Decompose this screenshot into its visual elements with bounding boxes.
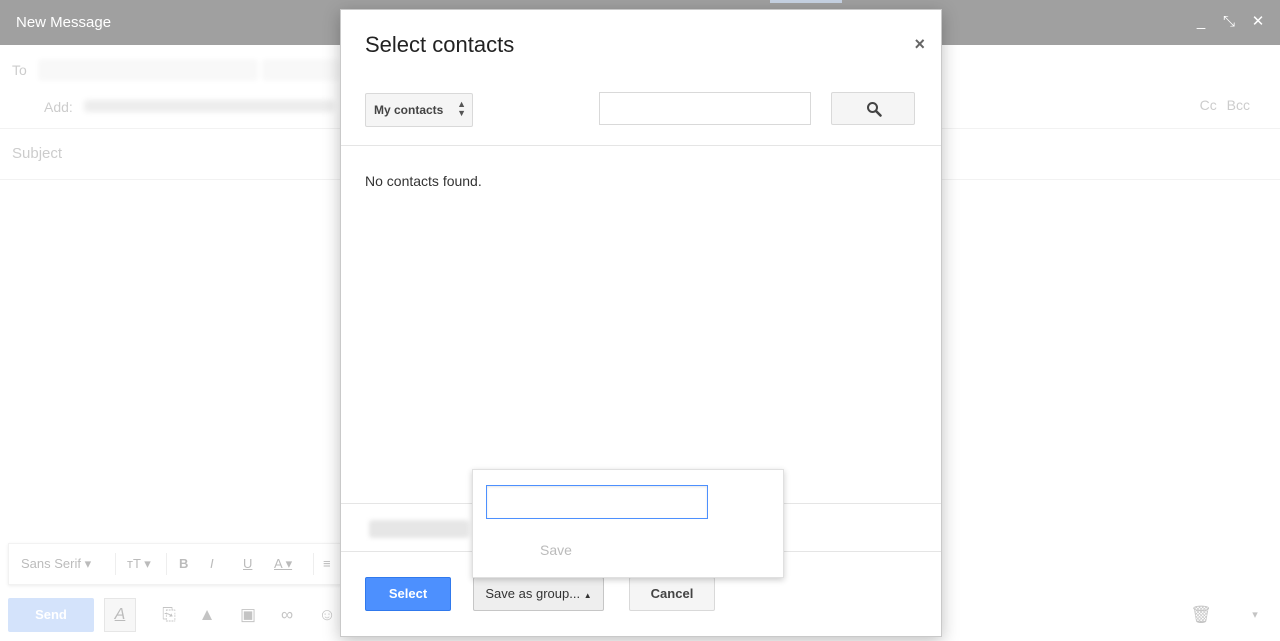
save-group-popup: Save bbox=[472, 469, 784, 578]
divider bbox=[341, 145, 941, 146]
contacts-group-dropdown[interactable]: My contacts ▲ ▼ bbox=[365, 93, 473, 127]
selected-contacts-strip bbox=[369, 520, 469, 538]
save-as-group-label: Save as group... bbox=[485, 586, 581, 601]
save-as-group-button[interactable]: Save as group... ▲ bbox=[473, 577, 604, 611]
search-icon bbox=[867, 102, 882, 117]
sort-arrows-icon: ▲ ▼ bbox=[457, 99, 466, 118]
cancel-button[interactable]: Cancel bbox=[629, 577, 715, 611]
contacts-search-input[interactable] bbox=[599, 92, 811, 125]
close-icon[interactable]: × bbox=[914, 34, 925, 55]
dialog-title: Select contacts bbox=[365, 32, 515, 57]
group-name-input[interactable] bbox=[486, 485, 708, 519]
contacts-group-label: My contacts bbox=[374, 103, 444, 117]
empty-results-message: No contacts found. bbox=[365, 173, 482, 189]
save-group-button[interactable]: Save bbox=[540, 542, 572, 558]
caret-up-icon: ▲ bbox=[583, 591, 592, 600]
search-button[interactable] bbox=[831, 92, 915, 125]
select-button[interactable]: Select bbox=[365, 577, 451, 611]
